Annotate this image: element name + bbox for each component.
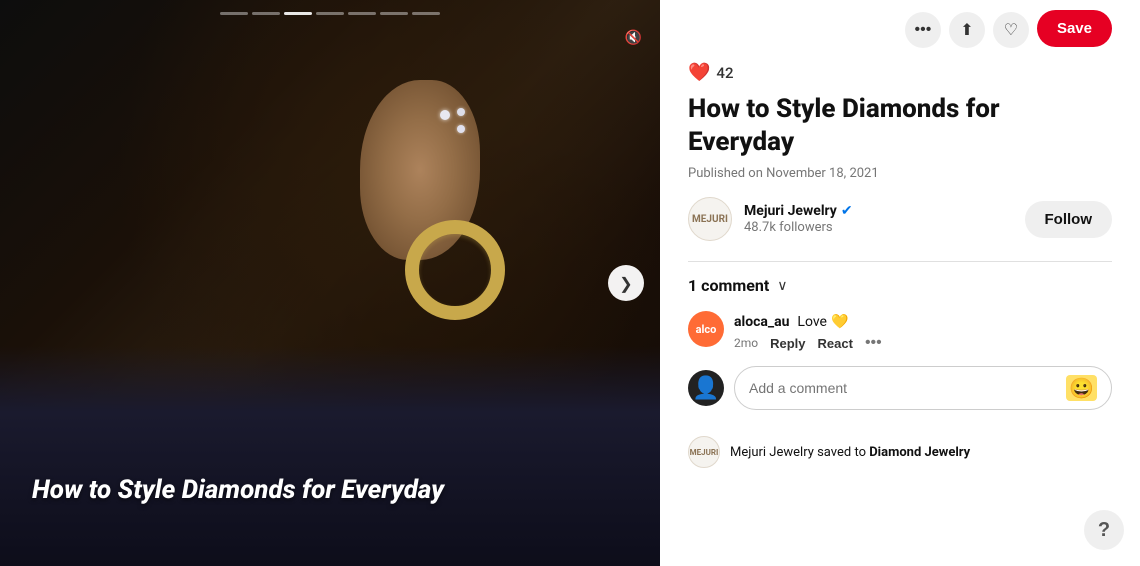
heart-outline-icon: ♡ — [1004, 20, 1018, 40]
commenter-initials: alco — [696, 323, 717, 336]
author-row: MEJURI Mejuri Jewelry ✔ 48.7k followers … — [688, 197, 1112, 241]
add-comment-row: 👤 😀 — [688, 366, 1112, 410]
diamond-stud-2 — [457, 125, 465, 133]
saved-to-board[interactable]: Diamond Jewelry — [869, 445, 970, 460]
commenter-name[interactable]: aloca_au — [734, 314, 789, 330]
dot-5 — [348, 12, 376, 15]
author-avatar-text: MEJURI — [692, 214, 728, 225]
diamond-stud-3 — [457, 108, 465, 116]
saved-to-text: Mejuri Jewelry saved to Diamond Jewelry — [730, 445, 970, 460]
upload-icon: ⬆ — [960, 20, 973, 40]
divider — [688, 261, 1112, 262]
follow-button[interactable]: Follow — [1025, 201, 1113, 238]
dot-3 — [284, 12, 312, 15]
author-name[interactable]: Mejuri Jewelry — [744, 203, 837, 219]
heart-icon: ❤️ — [688, 62, 710, 83]
chevron-down-icon: ∨ — [777, 278, 787, 294]
mute-button[interactable]: 🔇 — [625, 30, 644, 46]
comment-item: alco aloca_au Love 💛 2mo Reply React ••• — [688, 311, 1112, 352]
dot-4 — [316, 12, 344, 15]
clothing-shape — [0, 346, 660, 566]
comment-input-wrapper[interactable]: 😀 — [734, 366, 1112, 410]
verified-icon: ✔ — [841, 203, 853, 219]
user-avatar-icon: 👤 — [692, 376, 719, 401]
comment-actions: 2mo Reply React ••• — [734, 334, 882, 352]
commenter-avatar[interactable]: alco — [688, 311, 724, 347]
pin-detail-panel: ••• ⬆ ♡ Save ❤️ 42 How to Style Diamonds… — [660, 0, 1140, 566]
saved-to-avatar: MEJURI — [688, 436, 720, 468]
author-info: MEJURI Mejuri Jewelry ✔ 48.7k followers — [688, 197, 853, 241]
progress-dots — [220, 12, 440, 15]
comments-header[interactable]: 1 comment ∨ — [688, 276, 1112, 295]
author-details: Mejuri Jewelry ✔ 48.7k followers — [744, 203, 853, 235]
save-button[interactable]: Save — [1037, 10, 1112, 47]
likes-row: ❤️ 42 — [688, 62, 1112, 83]
comments-count: 1 comment — [688, 276, 769, 295]
dot-6 — [380, 12, 408, 15]
emoji-button[interactable]: 😀 — [1066, 375, 1097, 401]
comment-time: 2mo — [734, 336, 758, 350]
mute-icon: 🔇 — [625, 30, 642, 46]
more-options-button[interactable]: ••• — [905, 12, 941, 48]
author-avatar[interactable]: MEJURI — [688, 197, 732, 241]
diamond-stud-1 — [440, 110, 450, 120]
chevron-right-icon: ❯ — [619, 274, 632, 293]
share-button[interactable]: ⬆ — [949, 12, 985, 48]
dot-2 — [252, 12, 280, 15]
dot-1 — [220, 12, 248, 15]
saved-to-row: MEJURI Mejuri Jewelry saved to Diamond J… — [688, 428, 1112, 476]
comment-more-button[interactable]: ••• — [865, 334, 882, 352]
dot-7 — [412, 12, 440, 15]
help-button[interactable]: ? — [1084, 510, 1124, 550]
pin-media-panel: 🔇 ❯ How to Style Diamonds for Everyday — [0, 0, 660, 566]
hoop-earring — [405, 220, 505, 320]
react-button[interactable]: React — [818, 336, 853, 351]
saved-to-avatar-text: MEJURI — [690, 448, 719, 457]
pin-title: How to Style Diamonds for Everyday — [688, 93, 1112, 158]
save-outline-button[interactable]: ♡ — [993, 12, 1029, 48]
followers-count: 48.7k followers — [744, 220, 853, 235]
comment-input[interactable] — [749, 380, 1066, 396]
current-user-avatar: 👤 — [688, 370, 724, 406]
comment-text: Love — [797, 314, 827, 330]
action-bar: ••• ⬆ ♡ Save — [688, 0, 1112, 58]
published-date: Published on November 18, 2021 — [688, 166, 1112, 181]
next-slide-button[interactable]: ❯ — [608, 265, 644, 301]
author-name-row: Mejuri Jewelry ✔ — [744, 203, 853, 219]
comment-body: aloca_au Love 💛 2mo Reply React ••• — [734, 311, 882, 352]
comment-content: aloca_au Love 💛 — [734, 311, 882, 330]
image-title-overlay: How to Style Diamonds for Everyday — [32, 474, 600, 507]
reply-button[interactable]: Reply — [770, 336, 805, 351]
dots-icon: ••• — [915, 21, 932, 39]
saved-to-prefix: Mejuri Jewelry saved to — [730, 445, 866, 460]
comment-emoji: 💛 — [831, 314, 848, 330]
likes-count: 42 — [716, 64, 733, 82]
